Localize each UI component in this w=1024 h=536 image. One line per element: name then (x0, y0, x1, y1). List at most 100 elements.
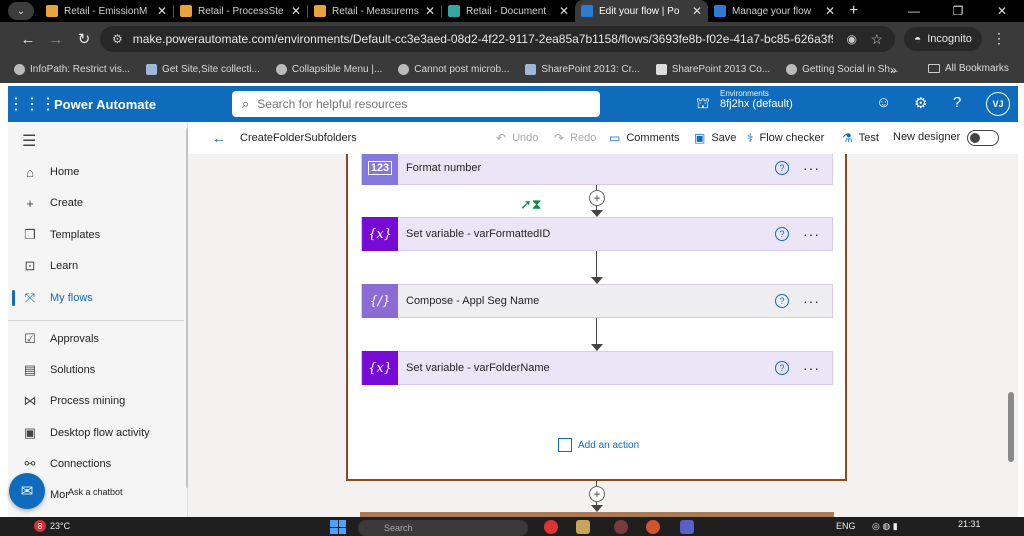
help-icon[interactable]: ? (775, 227, 789, 241)
comments-button[interactable]: ▭ Comments (609, 131, 680, 145)
browser-tab[interactable]: Retail - EmissionM ✕ (40, 0, 173, 22)
nav-item-desktop-flow-activity[interactable]: ▣ Desktop flow activity (8, 419, 188, 447)
windows-taskbar: 8 23°C Search ENG ◎ ◍ ▮ 21:31 (0, 517, 1024, 536)
restore-icon[interactable]: ❐ (936, 4, 980, 18)
app-icon[interactable] (576, 520, 590, 534)
help-icon[interactable]: ? (775, 294, 789, 308)
weather-widget[interactable]: 8 23°C (34, 520, 70, 532)
search-input[interactable] (257, 97, 578, 111)
test-button[interactable]: ⚗ Test (842, 131, 879, 145)
nav-item-templates[interactable]: ❐ Templates (8, 221, 188, 249)
close-icon[interactable]: ✕ (425, 4, 435, 18)
nav-item-connections[interactable]: ⚯ Connections (8, 450, 188, 478)
help-icon[interactable]: ? (775, 160, 789, 175)
nav-item-learn[interactable]: ⊡ Learn (8, 252, 188, 280)
bookmark-item[interactable]: Collapsible Menu |... (275, 64, 382, 75)
close-icon[interactable]: ✕ (692, 4, 702, 18)
chatbot-button[interactable]: ✉ (9, 473, 45, 509)
browser-tab[interactable]: Retail - Measurems ✕ (308, 0, 441, 22)
close-icon[interactable]: ✕ (559, 4, 569, 18)
browser-tab[interactable]: Retail - Document ✕ (442, 0, 575, 22)
hamburger-menu-icon[interactable]: ☰ (22, 131, 36, 151)
more-options-icon[interactable]: ··· (803, 160, 820, 176)
bookmark-item[interactable]: SharePoint 2013 Co... (655, 64, 771, 75)
bookmark-item[interactable]: SharePoint 2013: Cr... (525, 64, 640, 75)
app-launcher-icon[interactable]: ⋮⋮⋮ (8, 94, 56, 114)
clock[interactable]: 21:31 (958, 519, 981, 529)
chrome-icon[interactable] (544, 520, 558, 534)
close-icon[interactable]: ✕ (291, 4, 301, 18)
back-icon[interactable]: ← (14, 31, 42, 48)
taskbar-search[interactable]: Search (358, 520, 528, 536)
browser-tab[interactable]: Retail - ProcessSte ✕ (174, 0, 307, 22)
nav-item-approvals[interactable]: ☑ Approvals (8, 325, 188, 353)
browser-menu-icon[interactable]: ⋮ (992, 30, 1006, 47)
back-arrow-icon[interactable]: ← (212, 130, 226, 146)
more-options-icon[interactable]: ··· (803, 226, 820, 242)
action-card-set-variable[interactable]: {x} Set variable - varFolderName ? ··· (361, 351, 833, 385)
app-title[interactable]: Power Automate (54, 97, 156, 112)
help-icon[interactable]: ? (953, 94, 961, 111)
tab-search-dropdown[interactable]: ⌄ (8, 2, 34, 20)
forward-icon[interactable]: → (42, 31, 70, 48)
close-icon[interactable]: ✕ (157, 4, 167, 18)
nav-item-home[interactable]: ⌂ Home (8, 158, 188, 186)
system-tray-icons[interactable]: ◎ ◍ ▮ (872, 521, 898, 532)
new-designer-toggle[interactable] (967, 130, 999, 146)
teams-icon[interactable] (680, 520, 694, 534)
action-card-set-variable[interactable]: {x} Set variable - varFormattedID ? ··· (361, 217, 833, 251)
nav-item-more[interactable]: Mor (50, 489, 69, 501)
action-card-compose[interactable]: {∕} Compose - Appl Seg Name ? ··· (361, 284, 833, 318)
flows-icon: ⤧ (24, 290, 36, 305)
more-bookmarks-chevron[interactable]: » (890, 63, 897, 77)
minimize-icon[interactable]: — (892, 4, 936, 18)
gear-icon[interactable]: ⚙ (914, 94, 927, 112)
windows-start-icon[interactable] (330, 520, 346, 534)
reload-icon[interactable]: ↻ (70, 30, 98, 48)
incognito-badge[interactable]: ◓ Incognito (904, 27, 982, 51)
add-an-action-button[interactable]: Add an action (558, 438, 639, 452)
powerpoint-icon[interactable] (646, 520, 660, 534)
save-button[interactable]: ▣ Save (694, 131, 736, 145)
add-an-action-label: Add an action (578, 439, 640, 451)
new-tab-button[interactable]: + (849, 2, 858, 20)
bookmark-item[interactable]: Getting Social in Sh... (786, 64, 898, 75)
environment-picker[interactable]: Environments 8fj2hx (default) (720, 89, 793, 110)
more-options-icon[interactable]: ··· (803, 293, 820, 309)
eye-off-icon[interactable]: ◉ (847, 32, 857, 46)
smiley-feedback-icon[interactable]: ☺ (876, 94, 891, 111)
url-input[interactable]: ⚙ make.powerautomate.com/environments/De… (100, 26, 895, 52)
close-window-icon[interactable]: ✕ (980, 4, 1024, 18)
browser-tab-active[interactable]: Edit your flow | Po ✕ (575, 0, 708, 22)
nav-item-solutions[interactable]: ▤ Solutions (8, 356, 188, 384)
bookmark-item[interactable]: Cannot post microb... (398, 64, 509, 75)
action-card-format-number[interactable]: 123 Format number ? ··· (361, 154, 833, 185)
environment-icon[interactable]: ⛫ (696, 95, 710, 114)
language-indicator[interactable]: ENG (836, 521, 856, 531)
undo-button[interactable]: ↶ Undo (496, 131, 538, 145)
help-icon[interactable]: ? (775, 361, 789, 375)
nav-item-my-flows[interactable]: ⤧ My flows (8, 284, 188, 312)
incognito-label: Incognito (927, 33, 972, 45)
bookmark-item[interactable]: InfoPath: Restrict vis... (14, 64, 130, 75)
canvas-scrollbar[interactable] (1008, 392, 1014, 462)
nav-item-process-mining[interactable]: ⋈ Process mining (8, 387, 188, 415)
all-bookmarks[interactable]: All Bookmarks (928, 63, 1009, 74)
flow-checker-button[interactable]: ⚕ Flow checker (747, 131, 824, 145)
bookmark-item[interactable]: Get Site,Site collecti... (146, 64, 260, 75)
search-box[interactable]: ⌕ (232, 91, 600, 117)
insert-step-button[interactable]: + (589, 190, 605, 206)
bookmark-star-icon[interactable]: ☆ (870, 31, 883, 48)
avatar[interactable]: VJ (986, 92, 1010, 116)
tab-title: Retail - Document (466, 5, 547, 17)
close-icon[interactable]: ✕ (825, 4, 835, 18)
site-info-icon[interactable]: ⚙ (112, 32, 123, 46)
more-options-icon[interactable]: ··· (803, 360, 820, 376)
redo-button[interactable]: ↷ Redo (554, 131, 596, 145)
flow-canvas[interactable]: 123 Format number ? ··· + {x} Set variab… (188, 154, 1018, 517)
browser-tab[interactable]: Manage your flow ✕ (708, 0, 841, 22)
chrome-incognito-icon[interactable] (614, 520, 628, 534)
bookmark-label: SharePoint 2013 Co... (671, 64, 771, 75)
nav-item-create[interactable]: + Create (8, 189, 188, 217)
insert-step-button[interactable]: + (589, 486, 605, 502)
